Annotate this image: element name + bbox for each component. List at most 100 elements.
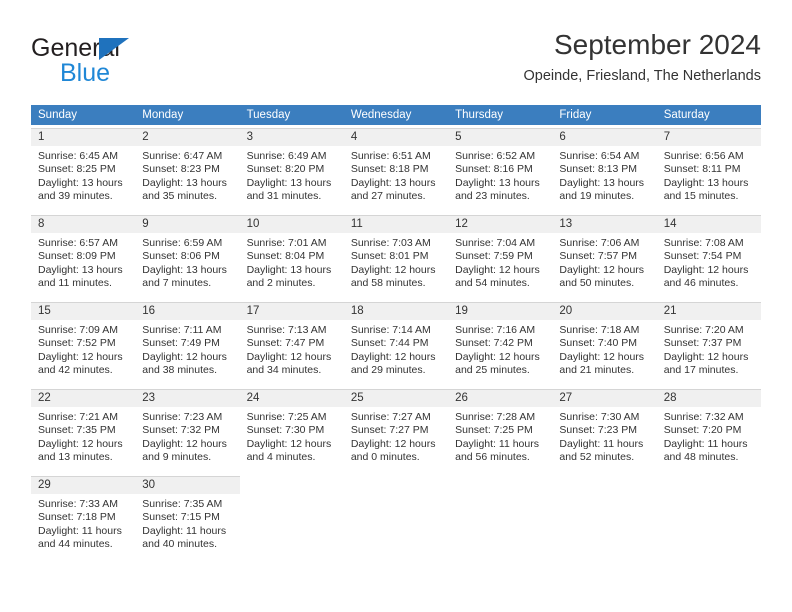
daylight-text-line2: and 35 minutes. bbox=[142, 190, 217, 203]
day-cell[interactable]: 15 Sunrise: 7:09 AM Sunset: 7:52 PM Dayl… bbox=[31, 302, 136, 386]
daylight-text-line1: Daylight: 12 hours bbox=[663, 350, 749, 363]
daylight-text-line1: Daylight: 12 hours bbox=[350, 437, 436, 450]
day-cell-empty bbox=[239, 476, 344, 560]
sunset-text: Sunset: 8:20 PM bbox=[246, 163, 325, 176]
day-cell[interactable]: 4 Sunrise: 6:51 AM Sunset: 8:18 PM Dayli… bbox=[343, 128, 449, 212]
day-cell[interactable]: 12 Sunrise: 7:04 AM Sunset: 7:59 PM Dayl… bbox=[448, 215, 553, 299]
day-details: Sunrise: 7:08 AM Sunset: 7:54 PM Dayligh… bbox=[657, 233, 761, 291]
daylight-text-line2: and 2 minutes. bbox=[246, 277, 316, 290]
day-number: 1 bbox=[31, 129, 136, 146]
daylight-text-line1: Daylight: 12 hours bbox=[559, 350, 645, 363]
day-cell[interactable]: 9 Sunrise: 6:59 AM Sunset: 8:06 PM Dayli… bbox=[135, 215, 240, 299]
daylight-text-line1: Daylight: 11 hours bbox=[142, 524, 227, 537]
weekday-header-friday: Friday bbox=[559, 109, 592, 121]
day-cell[interactable]: 24 Sunrise: 7:25 AM Sunset: 7:30 PM Dayl… bbox=[239, 389, 344, 473]
day-cell[interactable]: 25 Sunrise: 7:27 AM Sunset: 7:27 PM Dayl… bbox=[343, 389, 449, 473]
day-number: 4 bbox=[343, 129, 449, 146]
daylight-text-line1: Daylight: 12 hours bbox=[38, 437, 123, 450]
sunset-text: Sunset: 8:01 PM bbox=[350, 250, 429, 263]
day-details: Sunrise: 6:56 AM Sunset: 8:11 PM Dayligh… bbox=[657, 146, 761, 204]
day-cell[interactable]: 17 Sunrise: 7:13 AM Sunset: 7:47 PM Dayl… bbox=[239, 302, 344, 386]
sunrise-text: Sunrise: 7:30 AM bbox=[559, 411, 640, 423]
day-cell[interactable]: 10 Sunrise: 7:01 AM Sunset: 8:04 PM Dayl… bbox=[239, 215, 344, 299]
daylight-text-line2: and 50 minutes. bbox=[559, 277, 635, 290]
day-number: 24 bbox=[239, 390, 344, 407]
page-title: September 2024 bbox=[553, 29, 761, 60]
day-number: 16 bbox=[135, 303, 240, 320]
day-number bbox=[657, 477, 761, 494]
day-details: Sunrise: 7:25 AM Sunset: 7:30 PM Dayligh… bbox=[240, 407, 344, 465]
sunrise-text: Sunrise: 7:04 AM bbox=[455, 237, 536, 249]
sunset-text: Sunset: 7:59 PM bbox=[455, 250, 533, 263]
sunrise-text: Sunrise: 6:51 AM bbox=[350, 150, 431, 162]
sunrise-text: Sunrise: 7:11 AM bbox=[142, 324, 222, 336]
day-cell[interactable]: 16 Sunrise: 7:11 AM Sunset: 7:49 PM Dayl… bbox=[135, 302, 240, 386]
sunrise-text: Sunrise: 7:32 AM bbox=[663, 411, 744, 423]
daylight-text-line1: Daylight: 13 hours bbox=[246, 176, 332, 189]
daylight-text-line1: Daylight: 12 hours bbox=[455, 350, 540, 363]
day-details: Sunrise: 7:06 AM Sunset: 7:57 PM Dayligh… bbox=[552, 233, 656, 291]
day-cell[interactable]: 7 Sunrise: 6:56 AM Sunset: 8:11 PM Dayli… bbox=[656, 128, 761, 212]
sunrise-text: Sunrise: 7:01 AM bbox=[246, 237, 327, 249]
sunset-text: Sunset: 7:49 PM bbox=[142, 337, 220, 350]
sunrise-text: Sunrise: 7:25 AM bbox=[246, 411, 327, 423]
day-cell[interactable]: 28 Sunrise: 7:32 AM Sunset: 7:20 PM Dayl… bbox=[656, 389, 761, 473]
day-cell[interactable]: 5 Sunrise: 6:52 AM Sunset: 8:16 PM Dayli… bbox=[448, 128, 553, 212]
day-number: 13 bbox=[552, 216, 657, 233]
daylight-text-line2: and 25 minutes. bbox=[455, 364, 530, 377]
daylight-text-line1: Daylight: 12 hours bbox=[246, 350, 332, 363]
day-cell[interactable]: 26 Sunrise: 7:28 AM Sunset: 7:25 PM Dayl… bbox=[448, 389, 553, 473]
daylight-text-line2: and 13 minutes. bbox=[38, 451, 113, 464]
day-cell[interactable]: 18 Sunrise: 7:14 AM Sunset: 7:44 PM Dayl… bbox=[343, 302, 449, 386]
daylight-text-line2: and 40 minutes. bbox=[142, 538, 217, 551]
sunrise-text: Sunrise: 6:49 AM bbox=[246, 150, 327, 162]
day-cell[interactable]: 19 Sunrise: 7:16 AM Sunset: 7:42 PM Dayl… bbox=[448, 302, 553, 386]
day-details: Sunrise: 6:45 AM Sunset: 8:25 PM Dayligh… bbox=[31, 146, 135, 204]
daylight-text-line1: Daylight: 12 hours bbox=[663, 263, 749, 276]
day-cell[interactable]: 8 Sunrise: 6:57 AM Sunset: 8:09 PM Dayli… bbox=[31, 215, 136, 299]
day-cell[interactable]: 27 Sunrise: 7:30 AM Sunset: 7:23 PM Dayl… bbox=[552, 389, 657, 473]
day-cell[interactable]: 11 Sunrise: 7:03 AM Sunset: 8:01 PM Dayl… bbox=[343, 215, 449, 299]
day-details: Sunrise: 7:18 AM Sunset: 7:40 PM Dayligh… bbox=[552, 320, 656, 378]
sunrise-text: Sunrise: 7:28 AM bbox=[455, 411, 536, 423]
day-cell[interactable]: 14 Sunrise: 7:08 AM Sunset: 7:54 PM Dayl… bbox=[656, 215, 761, 299]
sunset-text: Sunset: 7:44 PM bbox=[350, 337, 429, 350]
sunrise-text: Sunrise: 7:18 AM bbox=[559, 324, 640, 336]
sunset-text: Sunset: 8:04 PM bbox=[246, 250, 325, 263]
sunrise-text: Sunrise: 7:35 AM bbox=[142, 498, 223, 510]
day-details: Sunrise: 7:11 AM Sunset: 7:49 PM Dayligh… bbox=[135, 320, 239, 378]
daylight-text-line2: and 4 minutes. bbox=[246, 451, 316, 464]
day-details: Sunrise: 7:35 AM Sunset: 7:15 PM Dayligh… bbox=[135, 494, 239, 552]
day-details: Sunrise: 7:09 AM Sunset: 7:52 PM Dayligh… bbox=[31, 320, 135, 378]
day-cell[interactable]: 22 Sunrise: 7:21 AM Sunset: 7:35 PM Dayl… bbox=[31, 389, 136, 473]
day-cell[interactable]: 29 Sunrise: 7:33 AM Sunset: 7:18 PM Dayl… bbox=[31, 476, 136, 560]
daylight-text-line2: and 0 minutes. bbox=[350, 451, 420, 464]
day-details: Sunrise: 6:52 AM Sunset: 8:16 PM Dayligh… bbox=[448, 146, 552, 204]
day-cell[interactable]: 1 Sunrise: 6:45 AM Sunset: 8:25 PM Dayli… bbox=[31, 128, 136, 212]
sunrise-text: Sunrise: 7:06 AM bbox=[559, 237, 640, 249]
sunset-text: Sunset: 7:47 PM bbox=[246, 337, 325, 350]
sunset-text: Sunset: 7:30 PM bbox=[246, 424, 325, 437]
day-cell[interactable]: 6 Sunrise: 6:54 AM Sunset: 8:13 PM Dayli… bbox=[552, 128, 657, 212]
sunrise-text: Sunrise: 7:21 AM bbox=[38, 411, 118, 423]
generalblue-logo: General Blue bbox=[31, 34, 231, 90]
weekday-header-saturday: Saturday bbox=[663, 109, 710, 121]
day-cell[interactable]: 30 Sunrise: 7:35 AM Sunset: 7:15 PM Dayl… bbox=[135, 476, 240, 560]
sunset-text: Sunset: 7:18 PM bbox=[38, 511, 116, 524]
day-details: Sunrise: 6:51 AM Sunset: 8:18 PM Dayligh… bbox=[344, 146, 448, 204]
sunrise-text: Sunrise: 7:08 AM bbox=[663, 237, 744, 249]
sunset-text: Sunset: 8:23 PM bbox=[142, 163, 220, 176]
daylight-text-line2: and 44 minutes. bbox=[38, 538, 113, 551]
sunrise-text: Sunrise: 7:23 AM bbox=[142, 411, 223, 423]
weekday-header-tuesday: Tuesday bbox=[246, 109, 291, 121]
daylight-text-line2: and 52 minutes. bbox=[559, 451, 635, 464]
day-cell[interactable]: 13 Sunrise: 7:06 AM Sunset: 7:57 PM Dayl… bbox=[552, 215, 657, 299]
day-cell[interactable]: 3 Sunrise: 6:49 AM Sunset: 8:20 PM Dayli… bbox=[239, 128, 344, 212]
sunset-text: Sunset: 7:35 PM bbox=[38, 424, 116, 437]
day-cell[interactable]: 23 Sunrise: 7:23 AM Sunset: 7:32 PM Dayl… bbox=[135, 389, 240, 473]
day-cell[interactable]: 2 Sunrise: 6:47 AM Sunset: 8:23 PM Dayli… bbox=[135, 128, 240, 212]
day-cell[interactable]: 21 Sunrise: 7:20 AM Sunset: 7:37 PM Dayl… bbox=[656, 302, 761, 386]
daylight-text-line2: and 34 minutes. bbox=[246, 364, 322, 377]
day-cell[interactable]: 20 Sunrise: 7:18 AM Sunset: 7:40 PM Dayl… bbox=[552, 302, 657, 386]
day-number: 17 bbox=[239, 303, 344, 320]
